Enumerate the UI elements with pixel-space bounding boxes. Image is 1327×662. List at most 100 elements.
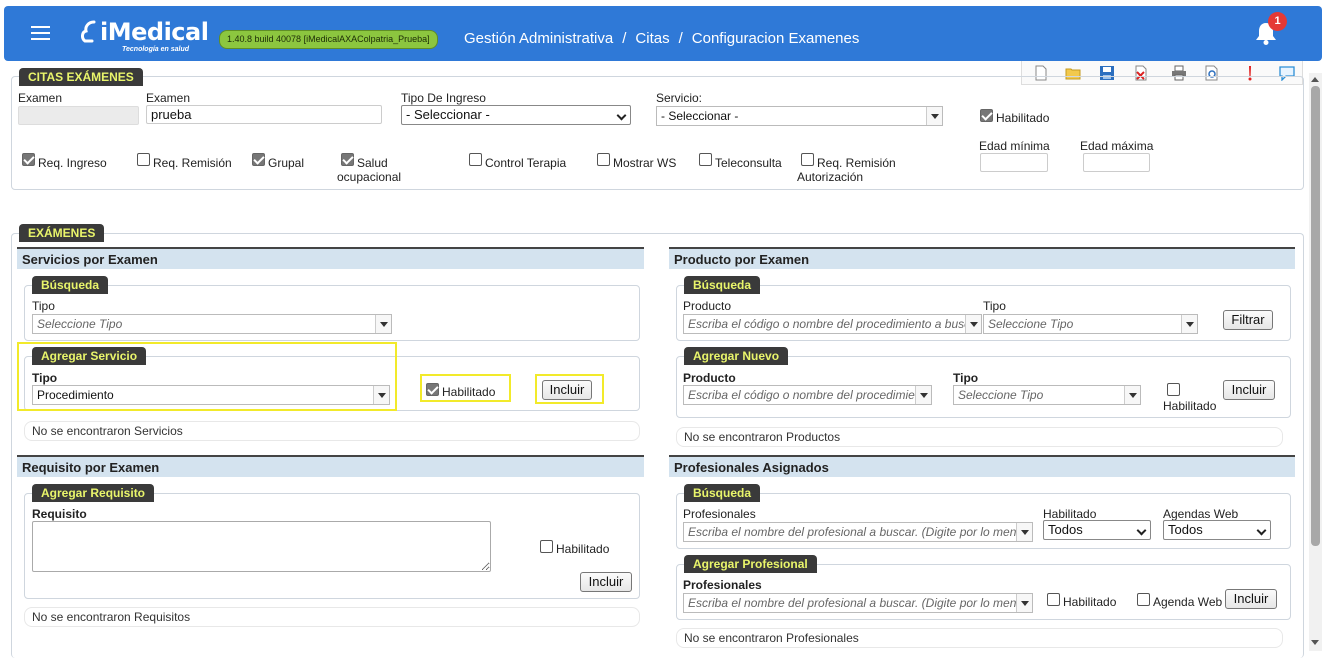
teleconsulta-label: Teleconsulta (715, 156, 782, 170)
logo-tagline: Tecnología en salud (122, 46, 190, 53)
producto-habilitado-checkbox[interactable] (1167, 383, 1180, 396)
producto-search-placeholder: Escriba el código o nombre del procedimi… (688, 317, 981, 331)
agregar-nuevo-legend: Agregar Nuevo (684, 347, 789, 365)
agregar-producto-tipo-placeholder: Seleccione Tipo (958, 388, 1044, 402)
tipo-ingreso-label: Tipo De Ingreso (401, 91, 486, 105)
req-remision-auth-label: Req. Remisión (817, 156, 896, 170)
grupal-label: Grupal (268, 156, 305, 170)
chevron-down-icon[interactable] (915, 386, 931, 404)
profesionales-section-title: Profesionales Asignados (669, 455, 1295, 477)
requisito-label: Requisito (32, 507, 87, 521)
examen-code-input (18, 106, 139, 125)
breadcrumb-item-gestion[interactable]: Gestión Administrativa (464, 30, 613, 47)
servicios-busqueda-legend: Búsqueda (32, 276, 109, 294)
agenda-web-checkbox[interactable] (1137, 593, 1150, 606)
agendas-web-label: Agendas Web (1163, 507, 1239, 521)
requisito-habilitado-label: Habilitado (556, 542, 610, 556)
servicio-select[interactable]: - Seleccionar - (656, 106, 943, 126)
servicios-tipo-select[interactable]: Seleccione Tipo (32, 314, 392, 334)
highlight-box (535, 374, 604, 404)
servicios-tipo-placeholder: Seleccione Tipo (37, 317, 123, 331)
incluir-producto-button[interactable]: Incluir (1223, 380, 1275, 400)
profesional-habilitado-checkbox[interactable] (1047, 593, 1060, 606)
control-terapia-checkbox[interactable] (469, 153, 482, 166)
notification-badge[interactable]: 1 (1268, 12, 1287, 31)
req-remision-autorizacion-checkbox[interactable] (801, 153, 814, 166)
chevron-down-icon[interactable] (926, 107, 942, 125)
mostrar-ws-label: Mostrar WS (613, 156, 677, 170)
ocupacional-label: ocupacional (337, 170, 402, 184)
vertical-scrollbar[interactable] (1309, 73, 1322, 651)
app-logo[interactable]: iMedical Tecnología en salud (80, 16, 209, 58)
producto-busqueda-legend: Búsqueda (684, 276, 761, 294)
app-header: iMedical Tecnología en salud 1.40.8 buil… (4, 6, 1322, 61)
producto-label: Producto (683, 299, 732, 313)
profesionales-habilitado-label: Habilitado (1043, 507, 1097, 521)
req-ingreso-checkbox[interactable] (22, 153, 35, 166)
servicios-tipo-label: Tipo (32, 299, 55, 313)
producto-tipo-select[interactable]: Seleccione Tipo (983, 314, 1198, 334)
producto-search-select[interactable]: Escriba el código o nombre del procedimi… (683, 314, 982, 334)
producto-tipo-label: Tipo (983, 299, 1006, 313)
edad-maxima-input[interactable] (1083, 153, 1150, 172)
scroll-up-icon[interactable] (1311, 77, 1319, 82)
req-ingreso-label: Req. Ingreso (38, 156, 107, 170)
requisito-section-title: Requisito por Examen (17, 455, 644, 477)
profesionales-label: Profesionales (683, 507, 756, 521)
agregar-producto-select[interactable]: Escriba el código o nombre del procedimi… (683, 385, 932, 405)
servicio-select-value: - Seleccionar - (661, 109, 739, 123)
profesionales-busqueda-legend: Búsqueda (684, 484, 761, 502)
profesionales-search-select[interactable]: Escriba el nombre del profesional a busc… (683, 522, 1033, 542)
breadcrumb-separator: / (622, 30, 627, 47)
teleconsulta-checkbox[interactable] (699, 153, 712, 166)
agregar-profesional-legend: Agregar Profesional (684, 555, 817, 573)
requisitos-empty-message: No se encontraron Requisitos (24, 607, 640, 627)
chevron-down-icon[interactable] (965, 315, 981, 333)
agregar-profesionales-select[interactable]: Escriba el nombre del profesional a busc… (683, 593, 1033, 613)
chevron-down-icon[interactable] (1016, 523, 1032, 541)
requisito-textarea[interactable] (32, 521, 491, 572)
breadcrumb-separator: / (678, 30, 683, 47)
breadcrumb-item-citas[interactable]: Citas (635, 30, 669, 47)
profesionales-search-placeholder: Escriba el nombre del profesional a busc… (688, 525, 1032, 539)
agregar-producto-tipo-select[interactable]: Seleccione Tipo (953, 385, 1141, 405)
profesionales-habilitado-select[interactable]: Todos (1043, 520, 1151, 540)
servicios-section-title: Servicios por Examen (17, 247, 644, 269)
citas-examenes-legend: CITAS EXÁMENES (19, 68, 143, 86)
grupal-checkbox[interactable] (252, 153, 265, 166)
salud-ocupacional-checkbox[interactable] (341, 153, 354, 166)
scrollbar-thumb[interactable] (1311, 86, 1320, 546)
incluir-requisito-button[interactable]: Incluir (580, 572, 632, 592)
habilitado-checkbox[interactable] (980, 109, 993, 122)
req-remision-checkbox[interactable] (137, 153, 150, 166)
profesional-habilitado-label: Habilitado (1063, 595, 1117, 609)
agendas-web-select[interactable]: Todos (1163, 520, 1271, 540)
mostrar-ws-checkbox[interactable] (597, 153, 610, 166)
servicios-empty-message: No se encontraron Servicios (24, 421, 640, 441)
edad-maxima-label: Edad máxima (1080, 139, 1154, 153)
requisito-habilitado-checkbox[interactable] (540, 540, 553, 553)
incluir-profesional-button[interactable]: Incluir (1225, 589, 1277, 609)
chevron-down-icon[interactable] (375, 315, 391, 333)
filtrar-button[interactable]: Filtrar (1223, 310, 1273, 330)
agregar-producto-tipo-label: Tipo (953, 371, 979, 385)
chevron-down-icon[interactable] (1016, 594, 1032, 612)
agregar-requisito-legend: Agregar Requisito (32, 484, 155, 502)
edad-minima-label: Edad mínima (979, 139, 1050, 153)
examen-code-label: Examen (18, 91, 63, 105)
control-terapia-label: Control Terapia (485, 156, 567, 170)
chevron-down-icon[interactable] (1181, 315, 1197, 333)
examen-name-input[interactable]: prueba (146, 105, 382, 124)
tipo-ingreso-select[interactable]: - Seleccionar - (401, 105, 631, 125)
chevron-down-icon[interactable] (1124, 386, 1140, 404)
productos-empty-message: No se encontraron Productos (676, 427, 1283, 447)
hamburger-menu-icon[interactable] (31, 26, 50, 40)
autorizacion-label: Autorización (797, 170, 864, 184)
scroll-down-icon[interactable] (1311, 640, 1319, 645)
edad-minima-input[interactable] (980, 153, 1048, 172)
examen-name-label: Examen (146, 91, 191, 105)
agregar-producto-placeholder: Escriba el código o nombre del procedimi… (688, 388, 932, 402)
producto-habilitado-label: Habilitado (1163, 399, 1217, 413)
habilitado-label: Habilitado (996, 111, 1050, 125)
salud-label: Salud (357, 156, 388, 170)
